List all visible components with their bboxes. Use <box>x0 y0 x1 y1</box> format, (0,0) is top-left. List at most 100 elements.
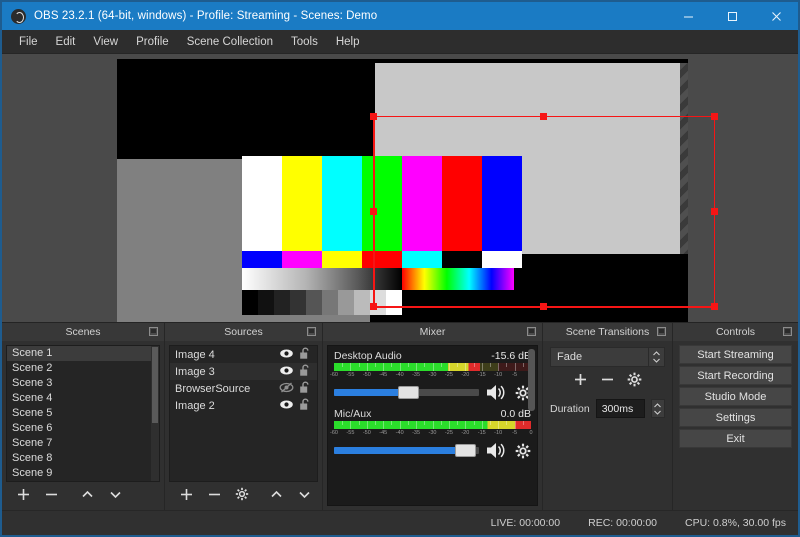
volume-slider[interactable] <box>334 447 479 454</box>
remove-scene-icon[interactable] <box>38 483 64 505</box>
duration-input[interactable]: 300ms <box>596 399 645 418</box>
dock-row: Scenes Scene 1 Scene 2 Scene 3 Scene 4 S… <box>2 323 798 510</box>
cpu-usage: CPU: 0.8%, 30.00 fps <box>685 517 786 529</box>
volume-meter-scale: -60-55-50-45-40-35-30-25-20-15-10-50 <box>334 372 531 381</box>
scale-tick-label: -30 <box>429 372 437 378</box>
scale-tick-label: -10 <box>494 430 502 436</box>
status-bar: LIVE: 00:00:00 REC: 00:00:00 CPU: 0.8%, … <box>2 510 798 535</box>
exit-button[interactable]: Exit <box>679 429 792 448</box>
float-dock-icon[interactable] <box>149 327 158 336</box>
move-scene-up-icon[interactable] <box>74 483 100 505</box>
float-dock-icon[interactable] <box>657 327 666 336</box>
sources-dock-body: Image 4 Image 3 <box>165 341 322 510</box>
duration-stepper[interactable] <box>651 399 665 418</box>
scale-tick-label: -35 <box>412 372 420 378</box>
list-item[interactable]: Scene 3 <box>7 376 159 391</box>
unlock-padlock-icon[interactable] <box>299 381 311 397</box>
move-source-up-icon[interactable] <box>263 483 289 505</box>
list-item[interactable]: Scene 5 <box>7 406 159 421</box>
list-item[interactable]: Scene 6 <box>7 421 159 436</box>
menu-item-profile[interactable]: Profile <box>127 33 178 51</box>
preview-canvas[interactable] <box>117 59 688 323</box>
menu-item-tools[interactable]: Tools <box>282 33 327 51</box>
move-source-down-icon[interactable] <box>291 483 317 505</box>
track-header: Desktop Audio -15.6 dB <box>334 350 531 362</box>
scenes-list[interactable]: Scene 1 Scene 2 Scene 3 Scene 4 Scene 5 … <box>6 345 160 482</box>
menu-item-edit[interactable]: Edit <box>47 33 85 51</box>
list-item[interactable]: Image 2 <box>170 397 317 414</box>
controls-dock-header: Controls <box>673 323 798 341</box>
start-streaming-button[interactable]: Start Streaming <box>679 345 792 364</box>
transition-duration-row: Duration 300ms <box>550 399 665 418</box>
transition-properties-gear-icon[interactable] <box>627 372 642 392</box>
speaker-icon[interactable] <box>486 442 508 459</box>
settings-button[interactable]: Settings <box>679 408 792 427</box>
unlock-padlock-icon[interactable] <box>299 347 311 363</box>
eye-icon[interactable] <box>279 364 294 380</box>
float-dock-icon[interactable] <box>783 327 792 336</box>
minimize-icon[interactable] <box>666 2 710 30</box>
scale-tick-label: -60 <box>330 430 338 436</box>
scale-tick-label: 0 <box>529 430 532 436</box>
list-item[interactable]: Image 3 <box>170 363 317 380</box>
menu-item-file[interactable]: File <box>10 33 47 51</box>
float-dock-icon[interactable] <box>307 327 316 336</box>
volume-slider-handle[interactable] <box>455 444 476 457</box>
scene-transitions-dock: Scene Transitions Fade <box>542 323 672 510</box>
maximize-icon[interactable] <box>710 2 754 30</box>
sources-list[interactable]: Image 4 Image 3 <box>169 345 318 482</box>
source-label: Image 2 <box>175 400 215 412</box>
volume-slider-row <box>334 384 531 401</box>
chevron-updown-icon[interactable] <box>648 348 664 366</box>
sources-dock-header: Sources <box>165 323 322 341</box>
list-item[interactable]: Scene 7 <box>7 436 159 451</box>
menu-item-view[interactable]: View <box>84 33 127 51</box>
studio-mode-button[interactable]: Studio Mode <box>679 387 792 406</box>
sources-dock: Sources Image 4 <box>164 323 322 510</box>
add-scene-icon[interactable] <box>10 483 36 505</box>
source-properties-gear-icon[interactable] <box>229 483 255 505</box>
list-item[interactable]: Scene 4 <box>7 391 159 406</box>
transition-select[interactable]: Fade <box>550 347 665 367</box>
add-source-icon[interactable] <box>173 483 199 505</box>
close-icon[interactable] <box>754 2 798 30</box>
source-row-icons <box>279 347 311 363</box>
float-dock-icon[interactable] <box>527 327 536 336</box>
eye-icon[interactable] <box>279 347 294 363</box>
scale-tick-label: -45 <box>379 372 387 378</box>
list-item[interactable]: Scene 1 <box>7 346 159 361</box>
scale-tick-label: -20 <box>461 372 469 378</box>
scenes-scrollbar[interactable] <box>151 346 159 481</box>
list-item[interactable]: BrowserSource <box>170 380 317 397</box>
unlock-padlock-icon[interactable] <box>299 398 311 414</box>
gear-icon[interactable] <box>515 443 531 459</box>
remove-source-icon[interactable] <box>201 483 227 505</box>
volume-slider[interactable] <box>334 389 479 396</box>
scale-tick-label: -20 <box>461 430 469 436</box>
list-item[interactable]: Scene 8 <box>7 451 159 466</box>
volume-slider-handle[interactable] <box>398 386 419 399</box>
scale-tick-label: -45 <box>379 430 387 436</box>
list-item[interactable]: Scene 9 <box>7 466 159 481</box>
start-recording-button[interactable]: Start Recording <box>679 366 792 385</box>
resize-handle-top-right[interactable] <box>711 113 718 120</box>
list-item[interactable]: Scene 2 <box>7 361 159 376</box>
eye-slash-icon[interactable] <box>279 381 294 397</box>
mixer-scrollbar-thumb[interactable] <box>528 349 535 411</box>
eye-icon[interactable] <box>279 398 294 414</box>
source-row-icons <box>279 381 311 397</box>
menu-item-help[interactable]: Help <box>327 33 369 51</box>
unlock-padlock-icon[interactable] <box>299 364 311 380</box>
move-scene-down-icon[interactable] <box>102 483 128 505</box>
track-header: Mic/Aux 0.0 dB <box>334 408 531 420</box>
preview-area[interactable] <box>2 54 798 323</box>
add-transition-icon[interactable] <box>573 372 588 392</box>
scenes-scrollbar-thumb[interactable] <box>152 347 158 423</box>
source-label: Image 4 <box>175 349 215 361</box>
menu-item-scene-collection[interactable]: Scene Collection <box>178 33 282 51</box>
speaker-icon[interactable] <box>486 384 508 401</box>
list-item[interactable]: Image 4 <box>170 346 317 363</box>
resize-handle-middle-right[interactable] <box>711 208 718 215</box>
window-controls <box>666 2 798 30</box>
remove-transition-icon[interactable] <box>600 372 615 392</box>
